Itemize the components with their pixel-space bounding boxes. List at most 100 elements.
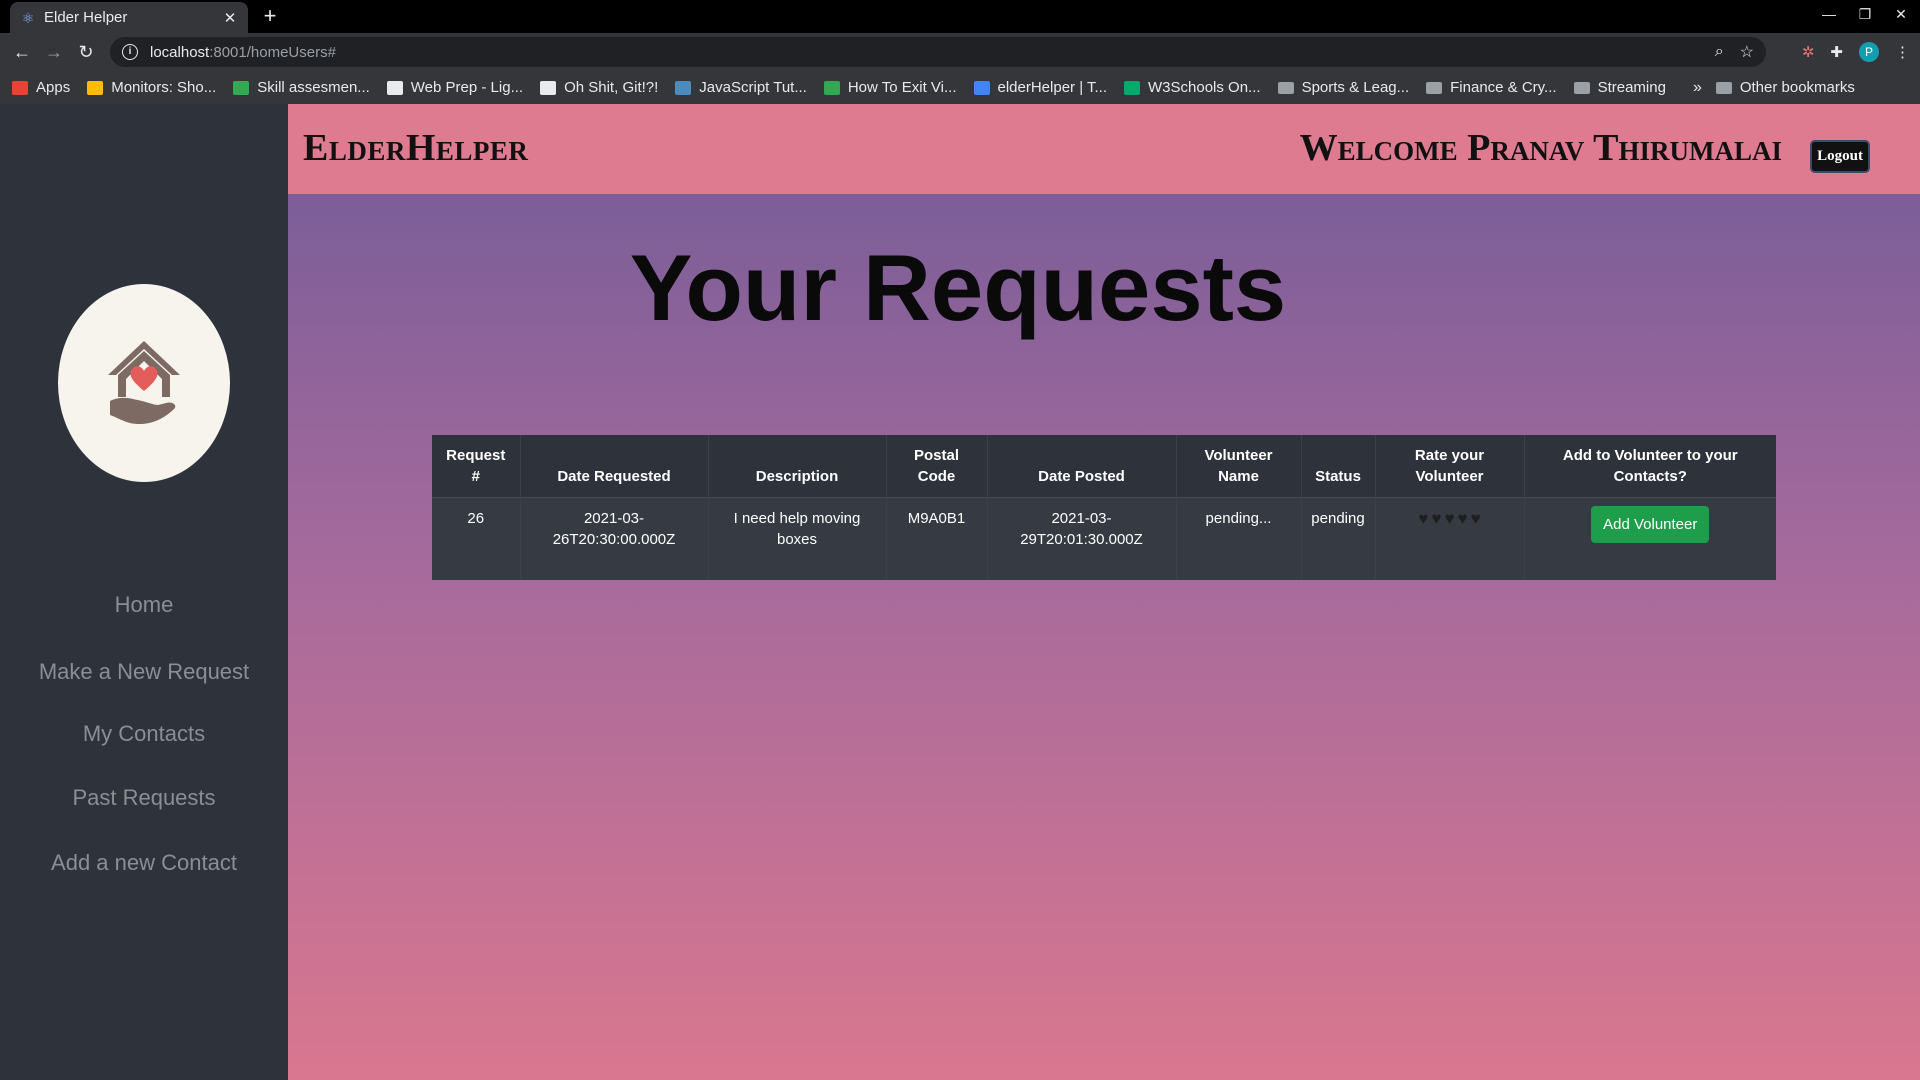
close-window-icon[interactable]: ✕ <box>1894 6 1908 23</box>
address-bar[interactable]: i localhost:8001/homeUsers# ⌕ ☆ <box>110 37 1766 67</box>
description-cell: I need help moving boxes <box>708 497 887 580</box>
forward-arrow-icon[interactable]: → <box>38 42 70 63</box>
browser-tabstrip: ⚛ Elder Helper ✕ + — ❐ ✕ <box>0 0 1920 33</box>
bookmark-label: How To Exit Vi... <box>847 79 957 96</box>
date-requested-cell: 2021-03-26T20:30:00.000Z <box>520 497 709 580</box>
bookmark-item[interactable]: Apps <box>12 79 70 96</box>
bookmark-item[interactable]: Monitors: Sho... <box>87 79 216 96</box>
react-icon: ⚛ <box>21 9 35 26</box>
column-header: Date Posted <box>987 435 1177 498</box>
column-header: Add to Volunteer to your Contacts? <box>1562 447 1738 485</box>
bookmark-item[interactable]: Streaming <box>1573 79 1666 96</box>
browser-tab[interactable]: ⚛ Elder Helper ✕ <box>10 2 248 33</box>
bookmark-item[interactable]: How To Exit Vi... <box>823 79 957 96</box>
bookmark-item[interactable]: Web Prep - Lig... <box>386 79 523 96</box>
reload-icon[interactable]: ↻ <box>70 42 102 63</box>
folder-icon <box>1573 81 1590 94</box>
folder-icon <box>1277 81 1294 94</box>
bookmark-item[interactable]: elderHelper | T... <box>973 79 1108 96</box>
add-volunteer-button[interactable]: Add Volunteer <box>1591 506 1710 543</box>
volunteer-name-cell: pending... <box>1176 497 1302 580</box>
request-number-cell: 26 <box>432 497 521 580</box>
info-icon[interactable]: i <box>122 44 138 60</box>
column-header: Status <box>1301 435 1376 498</box>
bookmark-label: Sports & Leag... <box>1301 79 1410 96</box>
bookmark-item[interactable]: Finance & Cry... <box>1426 79 1557 96</box>
bookmark-favicon-icon <box>1124 80 1141 95</box>
extension-icon[interactable]: ✲ <box>1802 43 1815 61</box>
restore-icon[interactable]: ❐ <box>1858 6 1872 23</box>
bookmark-favicon-icon <box>540 80 557 95</box>
new-tab-button[interactable]: + <box>258 5 282 27</box>
heart-icon[interactable]: ♥ <box>1431 508 1441 529</box>
column-header: Request # <box>432 435 521 498</box>
table-header-row: Request # Date Requested Description Pos… <box>432 435 1776 498</box>
heart-icon[interactable]: ♥ <box>1418 508 1428 529</box>
bookmark-label: Skill assesmen... <box>257 79 370 96</box>
bookmark-label: Other bookmarks <box>1739 79 1855 96</box>
column-header: Rate your Volunteer <box>1375 435 1525 498</box>
bookmark-label: JavaScript Tut... <box>699 79 807 96</box>
browser-toolbar: ← → ↻ i localhost:8001/homeUsers# ⌕ ☆ ✲ … <box>0 33 1920 71</box>
postal-code-cell: M9A0B1 <box>886 497 988 580</box>
sidebar-item-home[interactable]: Home <box>0 592 288 618</box>
status-cell: pending <box>1301 497 1376 580</box>
menu-kebab-icon[interactable]: ⋮ <box>1895 43 1910 61</box>
bookmark-label: Streaming <box>1597 79 1666 96</box>
bookmark-label: Apps <box>36 79 71 96</box>
brand-title[interactable]: ElderHelper <box>303 126 528 170</box>
apps-grid-icon <box>12 80 28 95</box>
bookmark-label: W3Schools On... <box>1148 79 1261 96</box>
bookmark-label: Finance & Cry... <box>1450 79 1557 96</box>
elderhelper-logo <box>58 284 230 482</box>
heart-rating: ♥ ♥ ♥ ♥ ♥ <box>1418 508 1480 529</box>
sidebar-item-make-request[interactable]: Make a New Request <box>0 659 288 685</box>
close-icon[interactable]: ✕ <box>222 9 238 27</box>
page-viewport: Home Make a New Request My Contacts Past… <box>0 104 1920 1080</box>
heart-icon[interactable]: ♥ <box>1458 508 1468 529</box>
main-content: Your Requests Request # Date Requested D… <box>288 194 1920 1080</box>
table-row: 26 2021-03-26T20:30:00.000Z I need help … <box>432 497 1776 580</box>
sidebar-item-add-contact[interactable]: Add a new Contact <box>0 850 288 876</box>
bookmark-favicon-icon <box>386 80 403 95</box>
puzzle-icon[interactable]: ✚ <box>1830 43 1843 61</box>
add-volunteer-cell: Add Volunteer <box>1524 497 1776 580</box>
bookmarks-overflow-button[interactable]: » <box>1693 79 1702 97</box>
sidebar-item-past-requests[interactable]: Past Requests <box>0 785 288 811</box>
bookmark-favicon-icon <box>233 80 250 95</box>
bookmark-favicon-icon <box>823 80 840 95</box>
bookmark-item[interactable]: Oh Shit, Git!?! <box>540 79 658 96</box>
folder-icon <box>1426 81 1443 94</box>
house-heart-hand-icon <box>108 341 180 425</box>
bookmark-favicon-icon <box>87 80 104 95</box>
column-header: Description <box>708 435 887 498</box>
star-icon[interactable]: ☆ <box>1740 42 1754 62</box>
bookmark-item[interactable]: Skill assesmen... <box>233 79 370 96</box>
bookmark-item[interactable]: JavaScript Tut... <box>675 79 807 96</box>
minimize-icon[interactable]: — <box>1822 6 1836 23</box>
back-arrow-icon[interactable]: ← <box>6 42 38 63</box>
column-header: Postal Code <box>886 435 988 498</box>
heart-icon[interactable]: ♥ <box>1471 508 1481 529</box>
bookmark-label: elderHelper | T... <box>997 79 1108 96</box>
bookmark-favicon-icon <box>675 80 692 95</box>
bookmark-item[interactable]: W3Schools On... <box>1124 79 1261 96</box>
other-bookmarks[interactable]: Other bookmarks <box>1715 79 1855 96</box>
bookmark-label: Oh Shit, Git!?! <box>564 79 659 96</box>
logout-button[interactable]: Logout <box>1810 140 1870 173</box>
sidebar: Home Make a New Request My Contacts Past… <box>0 104 288 1080</box>
window-controls: — ❐ ✕ <box>1822 6 1908 23</box>
bookmark-item[interactable]: Sports & Leag... <box>1277 79 1410 96</box>
heart-icon[interactable]: ♥ <box>1444 508 1454 529</box>
zoom-icon[interactable]: ⌕ <box>1715 43 1724 61</box>
page-header: ElderHelper Welcome Pranav Thirumalai Lo… <box>288 104 1920 194</box>
column-header: Date Requested <box>520 435 709 498</box>
profile-avatar[interactable]: P <box>1859 42 1879 62</box>
url-text[interactable]: localhost:8001/homeUsers# <box>150 44 1699 61</box>
bookmark-favicon-icon <box>973 80 990 95</box>
requests-table: Request # Date Requested Description Pos… <box>432 435 1776 580</box>
page-title: Your Requests <box>629 235 1287 340</box>
bookmarks-bar: Apps Monitors: Sho... Skill assesmen... Web… <box>0 71 1920 104</box>
extensions-area: ✲ ✚ P ⋮ <box>1802 42 1910 62</box>
sidebar-item-my-contacts[interactable]: My Contacts <box>0 721 288 747</box>
